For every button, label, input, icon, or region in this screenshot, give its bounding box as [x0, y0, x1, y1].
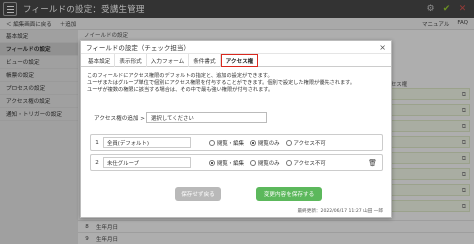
add-access-select[interactable]: 選択してください [146, 112, 267, 123]
access-description: このフィールドにアクセス権限のデフォルトの指定と、追加の設定ができます。 ユーザ… [87, 73, 387, 95]
radio-no-access[interactable]: アクセス不可 [285, 159, 326, 167]
dialog-tabs: 基本設定 表示形式 入力フォーム 条件書式 アクセス権 [81, 54, 391, 67]
permission-row: 1 全員(デフォルト) 閲覧・編集 閲覧のみ アクセス不可 [90, 134, 383, 151]
permission-target: 未仕グループ [103, 157, 191, 168]
radio-view-only[interactable]: 閲覧のみ [249, 159, 280, 167]
last-updated-note: 最終更新：2022/06/17 11:27 山田 一郎 [297, 209, 383, 214]
add-access-row: アクセス権の追加 > 選択してください [94, 112, 267, 123]
radio-view-edit[interactable]: 閲覧・編集 [209, 139, 244, 147]
trash-icon[interactable]: 🗑 [368, 159, 377, 167]
tab-basic[interactable]: 基本設定 [84, 54, 116, 67]
tab-input-form[interactable]: 入力フォーム [147, 54, 190, 67]
radio-view-only[interactable]: 閲覧のみ [249, 139, 280, 147]
permission-target: 全員(デフォルト) [103, 137, 191, 148]
back-without-save-button[interactable]: 保存せず戻る [175, 187, 221, 201]
permission-number: 2 [95, 159, 99, 166]
save-changes-button[interactable]: 変更内容を保存する [256, 187, 322, 201]
tab-display[interactable]: 表示形式 [115, 54, 147, 67]
field-settings-dialog: フィールドの設定（チェック担当） × 基本設定 表示形式 入力フォーム 条件書式… [80, 40, 392, 218]
tab-access[interactable]: アクセス権 [220, 54, 259, 67]
radio-circle [249, 139, 256, 146]
permission-number: 1 [95, 139, 99, 146]
radio-circle [209, 159, 215, 166]
permission-row: 2 未仕グループ 閲覧・編集 閲覧のみ アクセス不可 🗑 [90, 154, 383, 171]
radio-no-access[interactable]: アクセス不可 [285, 139, 326, 147]
tab-conditional-format[interactable]: 条件書式 [189, 54, 221, 67]
radio-circle [249, 159, 256, 166]
radio-circle [285, 139, 292, 146]
dialog-title: フィールドの設定（チェック担当） [81, 41, 391, 54]
close-icon[interactable]: × [379, 43, 386, 52]
radio-view-edit[interactable]: 閲覧・編集 [209, 159, 244, 167]
description-line: ユーザが複数の権限に該当する場合は、その中で最も強い権限が付与されます。 [87, 87, 274, 94]
add-access-label: アクセス権の追加 > [94, 115, 145, 122]
radio-circle [209, 139, 215, 146]
radio-circle [285, 159, 292, 166]
